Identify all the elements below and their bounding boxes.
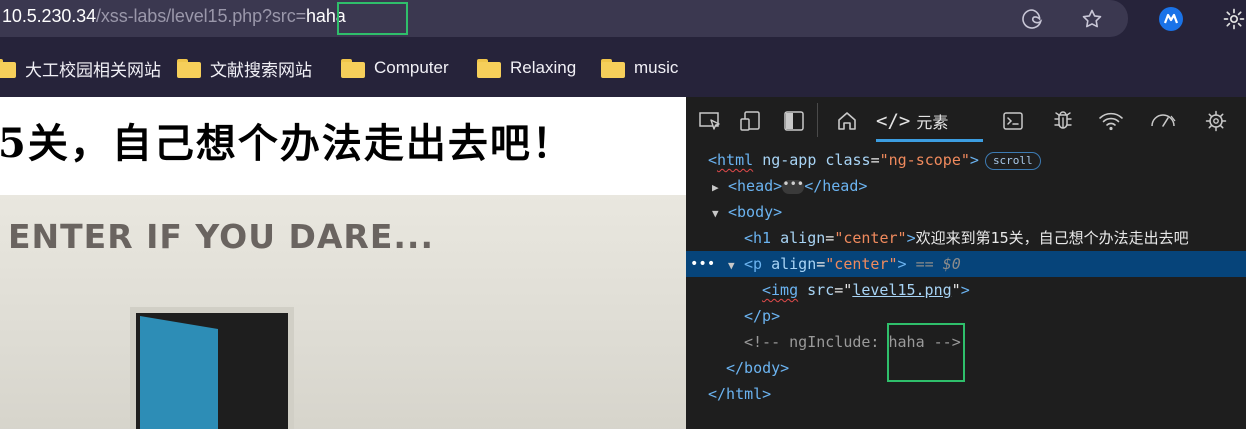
dom-node-h1[interactable]: <h1 align="center">欢迎来到第15关，自己想个办法走出去吧 — [686, 225, 1246, 251]
bookmark-label: music — [634, 58, 679, 77]
collapsed-content-badge[interactable]: ••• — [782, 178, 805, 194]
network-wifi-icon[interactable] — [1097, 107, 1125, 135]
bookmark-folder[interactable]: music — [601, 51, 678, 85]
tab-elements-label: 元素 — [916, 113, 949, 132]
devtools-panel: </> 元素 <html ng-app class="ng-scope"> scr… — [686, 97, 1246, 429]
elements-icon: </> — [876, 110, 911, 132]
folder-icon — [601, 58, 625, 78]
url-host: 10.5.230.34 — [2, 6, 96, 26]
bookmark-label: Computer — [374, 58, 449, 77]
door-panel — [140, 316, 218, 429]
dom-node-body-close[interactable]: </body> — [686, 355, 1246, 381]
edge-icon[interactable] — [1018, 5, 1046, 33]
dom-node-img[interactable]: <img src="level15.png"> — [686, 277, 1246, 303]
dom-node-html[interactable]: <html ng-app class="ng-scope"> scroll — [686, 147, 1246, 173]
web-page: 5关，自己想个办法走出去吧！ ENTER IF YOU DARE... — [0, 97, 686, 429]
dom-node-body[interactable]: ▼ <body> — [686, 199, 1246, 225]
device-emulation-icon[interactable] — [737, 107, 765, 135]
annotation-highlight-box — [337, 2, 408, 35]
url-path: /xss-labs/level15.php?src= — [96, 6, 307, 26]
page-heading: 5关，自己想个办法走出去吧！ — [0, 120, 574, 167]
home-icon[interactable] — [833, 107, 861, 135]
dom-node-p-close[interactable]: </p> — [686, 303, 1246, 329]
url-text[interactable]: 10.5.230.34/xss-labs/level15.php?src=hah… — [2, 6, 346, 27]
bookmark-folder[interactable]: Computer — [341, 51, 449, 85]
settings-gear-icon[interactable] — [1220, 5, 1246, 33]
folder-icon — [0, 58, 16, 78]
console-icon[interactable] — [999, 107, 1027, 135]
image-caption: ENTER IF YOU DARE... — [8, 217, 434, 256]
devtools-toolbar: </> 元素 — [686, 97, 1246, 145]
bookmark-label: Relaxing — [510, 58, 577, 77]
collapse-arrow-icon[interactable]: ▼ — [712, 201, 728, 227]
dom-tree: <html ng-app class="ng-scope"> scroll ▶ <h… — [686, 145, 1246, 429]
profile-icon[interactable] — [1157, 5, 1185, 33]
annotation-highlight-box — [887, 323, 965, 382]
scroll-badge[interactable]: scroll — [984, 151, 1041, 170]
dom-node-head[interactable]: ▶ <head>•••</head> — [686, 173, 1246, 199]
img-src-link[interactable]: level15.png — [852, 281, 951, 299]
toolbar-separator — [817, 103, 818, 137]
dom-node-html-close[interactable]: </html> — [686, 381, 1246, 407]
bookmark-label: 大工校园相关网站 — [25, 60, 161, 80]
dom-node-p-selected[interactable]: ••• ▼ <p align="center"> == $0 — [686, 251, 1246, 277]
bookmark-label: 文献搜索网站 — [210, 60, 312, 80]
folder-icon — [477, 58, 501, 78]
collapse-arrow-icon[interactable]: ▼ — [728, 253, 744, 279]
dom-node-comment[interactable]: <!-- ngInclude: haha --> — [686, 329, 1246, 355]
url-field[interactable]: 10.5.230.34/xss-labs/level15.php?src=hah… — [0, 0, 1128, 37]
bookmark-folder[interactable]: 文献搜索网站 — [177, 51, 312, 85]
bookmark-folder[interactable]: 大工校园相关网站 — [0, 51, 161, 85]
tab-elements[interactable]: </> 元素 — [876, 105, 948, 137]
performance-icon[interactable] — [1149, 107, 1177, 135]
active-tab-indicator — [876, 139, 983, 142]
bookmarks-bar: 大工校园相关网站 文献搜索网站 Computer Relaxing music — [0, 39, 1246, 97]
bookmark-folder[interactable]: Relaxing — [477, 51, 576, 85]
debug-bug-icon[interactable] — [1049, 107, 1077, 135]
more-options-icon[interactable]: ••• — [690, 251, 715, 277]
expand-arrow-icon[interactable]: ▶ — [712, 175, 728, 201]
settings-gear-icon[interactable] — [1202, 107, 1230, 135]
dock-icon[interactable] — [780, 107, 808, 135]
inspect-icon[interactable] — [696, 107, 724, 135]
folder-icon — [177, 58, 201, 78]
favorite-star-icon[interactable] — [1078, 5, 1106, 33]
folder-icon — [341, 58, 365, 78]
level-image: ENTER IF YOU DARE... — [0, 195, 686, 429]
address-bar: 10.5.230.34/xss-labs/level15.php?src=hah… — [0, 0, 1246, 39]
